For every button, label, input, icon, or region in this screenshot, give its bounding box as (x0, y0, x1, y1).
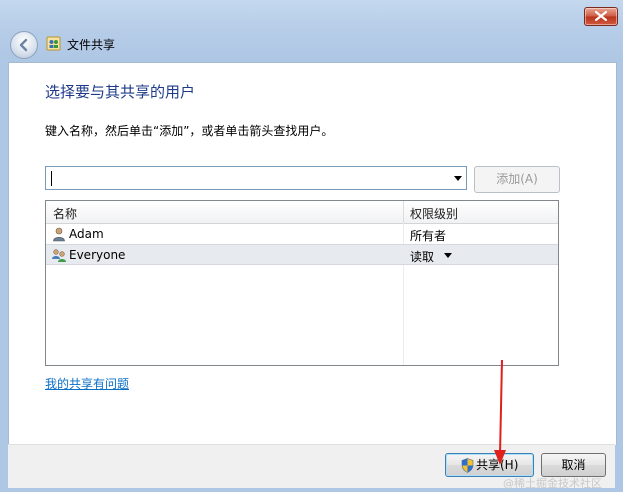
annotation-arrow (494, 359, 506, 465)
dialog-window: 文件共享 选择要与其共享的用户 键入名称，然后单击“添加”，或者单击箭头查找用户… (0, 0, 623, 492)
watermark: @稀土掘金技术社区 (503, 477, 602, 490)
